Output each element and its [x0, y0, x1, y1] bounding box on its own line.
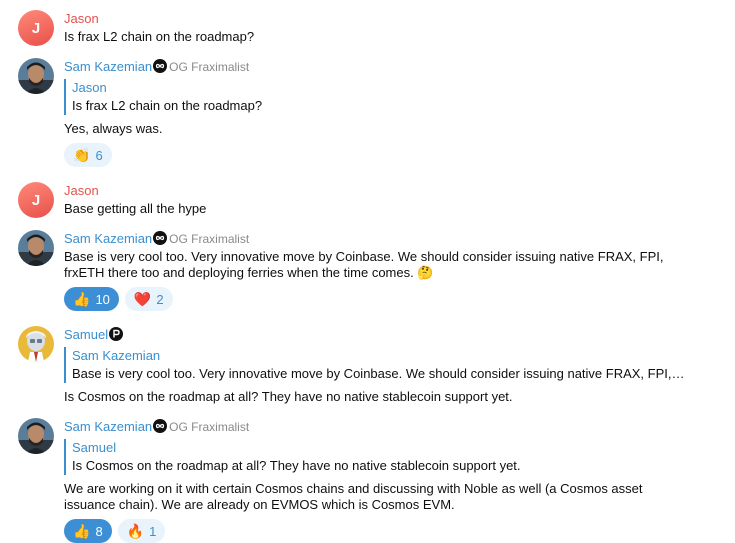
message-text-line: We are working on it with certain Cosmos… — [64, 481, 643, 496]
author-name[interactable]: Sam Kazemian OG Fraximalist — [64, 231, 249, 246]
reply-quote[interactable]: Samuel Is Cosmos on the roadmap at all? … — [64, 439, 521, 475]
author-name[interactable]: Samuel — [64, 327, 124, 342]
reaction-fire[interactable]: 🔥 1 — [117, 519, 166, 543]
author-name-text: Sam Kazemian — [64, 419, 153, 434]
avatar[interactable]: J — [18, 182, 54, 218]
message-text-line: issuance chain). We are already on EVMOS… — [64, 497, 455, 512]
author-name[interactable]: Sam Kazemian OG Fraximalist — [64, 419, 249, 434]
message-text: Yes, always was. — [64, 121, 163, 136]
message-text: Is Cosmos on the roadmap at all? They ha… — [64, 389, 513, 404]
author-name-text: Sam Kazemian — [64, 231, 153, 246]
reactions: 👏 6 — [64, 143, 112, 167]
message-text: Base getting all the hype — [64, 201, 207, 216]
fire-icon: 🔥 — [126, 523, 145, 539]
user-rank: OG Fraximalist — [169, 420, 250, 434]
quote-text: Is Cosmos on the roadmap at all? They ha… — [72, 458, 521, 473]
reaction-count: 1 — [149, 523, 157, 539]
author-name[interactable]: Jason — [64, 11, 99, 26]
avatar[interactable]: J — [18, 10, 54, 46]
reaction-count: 2 — [156, 291, 164, 307]
user-rank: OG Fraximalist — [169, 232, 250, 246]
author-name-text: Samuel — [64, 327, 109, 342]
reaction-thumbs-up[interactable]: 👍 8 — [64, 519, 112, 543]
user-rank: OG Fraximalist — [169, 60, 250, 74]
message-text: Is frax L2 chain on the roadmap? — [64, 29, 255, 44]
reaction-count: 10 — [95, 291, 110, 307]
reaction-count: 6 — [95, 147, 103, 163]
reaction-thumbs-up[interactable]: 👍 10 — [64, 287, 119, 311]
thumbs-up-icon: 👍 — [73, 523, 91, 539]
avatar-letter: J — [31, 191, 41, 209]
quote-author: Samuel — [72, 440, 117, 455]
avatar-photo — [18, 230, 54, 266]
message-text-line: Base is very cool too. Very innovative m… — [64, 249, 664, 264]
p-badge-icon — [109, 327, 124, 341]
reactions: 👍 8 🔥 1 — [64, 519, 166, 543]
avatar-photo — [18, 418, 54, 454]
heart-icon: ❤️ — [133, 291, 152, 307]
reaction-heart[interactable]: ❤️ 2 — [124, 287, 173, 311]
clap-icon: 👏 — [73, 147, 91, 163]
quote-text: Base is very cool too. Very innovative m… — [72, 366, 685, 381]
infinity-badge-icon — [153, 231, 168, 245]
avatar[interactable] — [18, 418, 54, 454]
author-name[interactable]: Sam Kazemian OG Fraximalist — [64, 59, 249, 74]
infinity-badge-icon — [153, 59, 168, 73]
reply-quote[interactable]: Sam Kazemian Base is very cool too. Very… — [64, 347, 685, 383]
avatar-letter: J — [31, 19, 41, 37]
infinity-badge-icon — [153, 419, 168, 433]
avatar[interactable] — [18, 230, 54, 266]
quote-author: Jason — [72, 80, 107, 95]
reaction-clap[interactable]: 👏 6 — [64, 143, 112, 167]
avatar[interactable] — [18, 58, 54, 94]
thumbs-up-icon: 👍 — [73, 291, 91, 307]
quote-text: Is frax L2 chain on the roadmap? — [72, 98, 263, 113]
reaction-count: 8 — [95, 523, 103, 539]
author-name[interactable]: Jason — [64, 183, 99, 198]
avatar[interactable] — [18, 326, 54, 362]
avatar-photo — [18, 58, 54, 94]
avatar-cartoon — [18, 326, 54, 362]
reactions: 👍 10 ❤️ 2 — [64, 287, 173, 311]
message-text-line: frxETH there too and deploying ferries w… — [64, 265, 434, 280]
reply-quote[interactable]: Jason Is frax L2 chain on the roadmap? — [64, 79, 262, 115]
author-name-text: Sam Kazemian — [64, 59, 153, 74]
quote-author: Sam Kazemian — [72, 348, 161, 363]
